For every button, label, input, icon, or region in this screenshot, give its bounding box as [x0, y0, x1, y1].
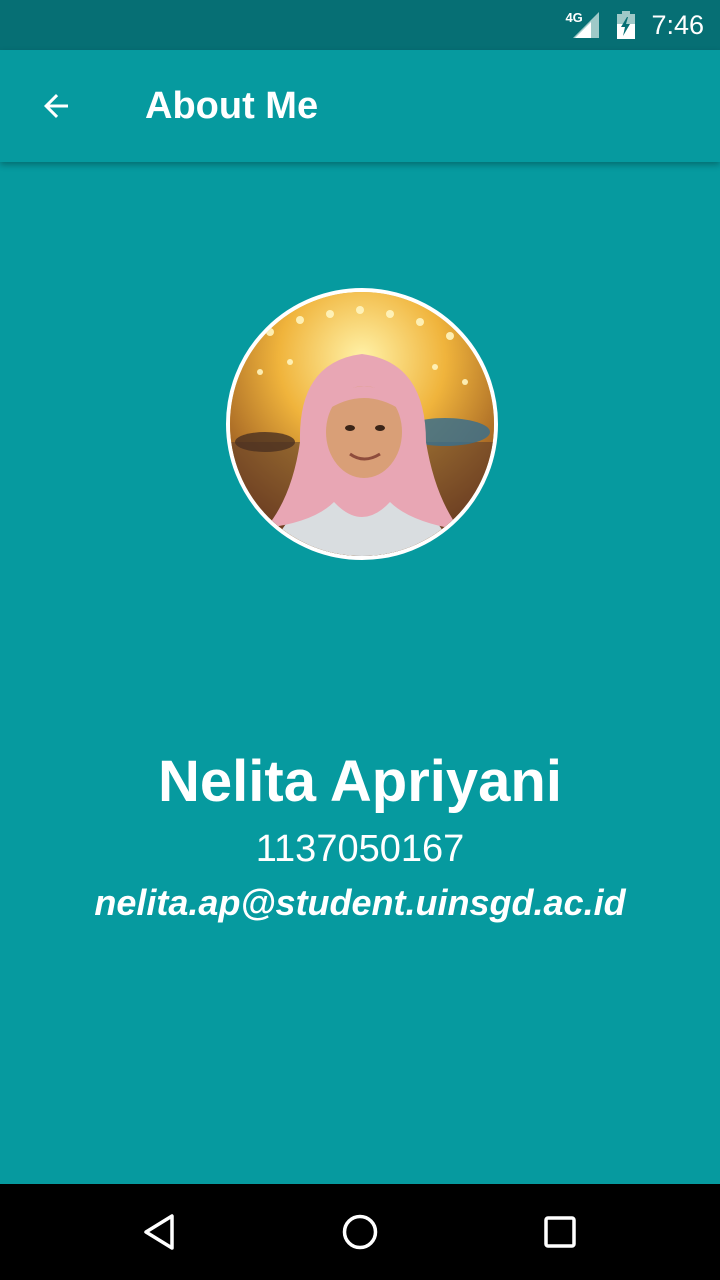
back-button[interactable] [24, 74, 88, 138]
recents-square-icon [544, 1216, 576, 1248]
student-id: 1137050167 [255, 828, 465, 870]
status-bar: 4G 7:46 [0, 0, 720, 50]
nav-recents-button[interactable] [532, 1204, 588, 1260]
page-title: About Me [145, 85, 319, 127]
status-icons: 4G 7:46 [563, 0, 704, 50]
profile-name: Nelita Apriyani [158, 749, 562, 814]
status-time: 7:46 [651, 10, 704, 40]
home-circle-icon [342, 1214, 378, 1250]
network-type-label: 4G [565, 10, 583, 25]
app-bar: About Me [0, 50, 720, 162]
email-address: nelita.ap@student.uinsgd.ac.id [94, 882, 626, 923]
system-nav-bar [0, 1184, 720, 1280]
cell-signal-icon: 4G [563, 10, 603, 40]
nav-back-button[interactable] [132, 1204, 188, 1260]
battery-icon [615, 10, 637, 40]
arrow-back-icon [44, 94, 68, 118]
back-triangle-icon [144, 1214, 174, 1250]
profile-avatar [226, 288, 498, 560]
nav-home-button[interactable] [332, 1204, 388, 1260]
